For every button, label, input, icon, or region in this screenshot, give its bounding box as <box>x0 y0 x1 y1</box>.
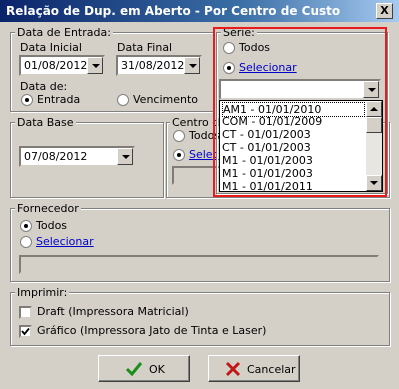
serie-highlight-box <box>213 27 387 197</box>
draft-label[interactable]: Draft (Impressora Matricial) <box>37 305 189 318</box>
check-icon <box>125 362 143 377</box>
cancel-button[interactable]: Cancelar <box>208 355 300 382</box>
data-inicial-combo[interactable]: 01/08/2012 <box>19 55 105 76</box>
grafico-checkbox[interactable] <box>19 325 32 338</box>
vencimento-label[interactable]: Vencimento <box>133 93 198 106</box>
imprimir-legend: Imprimir: <box>15 286 70 299</box>
data-de-label: Data de: <box>20 80 68 93</box>
title-bar: Relação de Dup. em Aberto - Por Centro d… <box>0 0 399 22</box>
fornecedor-field <box>19 255 379 274</box>
cancel-label: Cancelar <box>247 363 296 376</box>
data-entrada-legend: Data de Entrada: <box>15 26 113 39</box>
data-final-combo[interactable]: 31/08/2012 <box>116 55 202 76</box>
data-final-label: Data Final <box>117 41 173 54</box>
fornecedor-todos-radio[interactable] <box>20 220 32 232</box>
fornecedor-todos-label[interactable]: Todos <box>36 219 67 232</box>
entrada-radio[interactable] <box>21 94 33 106</box>
imprimir-group <box>10 292 390 346</box>
window-title: Relação de Dup. em Aberto - Por Centro d… <box>6 4 341 18</box>
centro-selecionar-radio[interactable] <box>173 149 185 161</box>
data-base-legend: Data Base <box>15 116 76 129</box>
chevron-down-icon[interactable] <box>117 148 133 165</box>
draft-checkbox[interactable] <box>19 306 32 319</box>
close-button[interactable]: X <box>376 3 393 19</box>
checkmark-icon <box>21 327 30 336</box>
fornecedor-selecionar-link[interactable]: Selecionar <box>36 235 94 248</box>
ok-button[interactable]: OK <box>98 355 190 382</box>
data-inicial-value: 01/08/2012 <box>24 59 88 72</box>
data-final-value: 31/08/2012 <box>121 59 185 72</box>
data-inicial-label: Data Inicial <box>20 41 82 54</box>
entrada-label[interactable]: Entrada <box>37 93 80 106</box>
data-base-combo[interactable]: 07/08/2012 <box>19 146 135 167</box>
fornecedor-legend: Fornecedor <box>15 202 81 215</box>
chevron-down-icon[interactable] <box>184 57 200 74</box>
centro-todos-radio[interactable] <box>173 130 185 142</box>
x-icon <box>225 361 241 377</box>
data-base-value: 07/08/2012 <box>24 150 88 163</box>
vencimento-radio[interactable] <box>117 94 129 106</box>
fornecedor-selecionar-radio[interactable] <box>20 236 32 248</box>
grafico-label[interactable]: Gráfico (Impressora Jato de Tinta e Lase… <box>37 324 266 337</box>
ok-label: OK <box>149 363 165 376</box>
chevron-down-icon[interactable] <box>87 57 103 74</box>
